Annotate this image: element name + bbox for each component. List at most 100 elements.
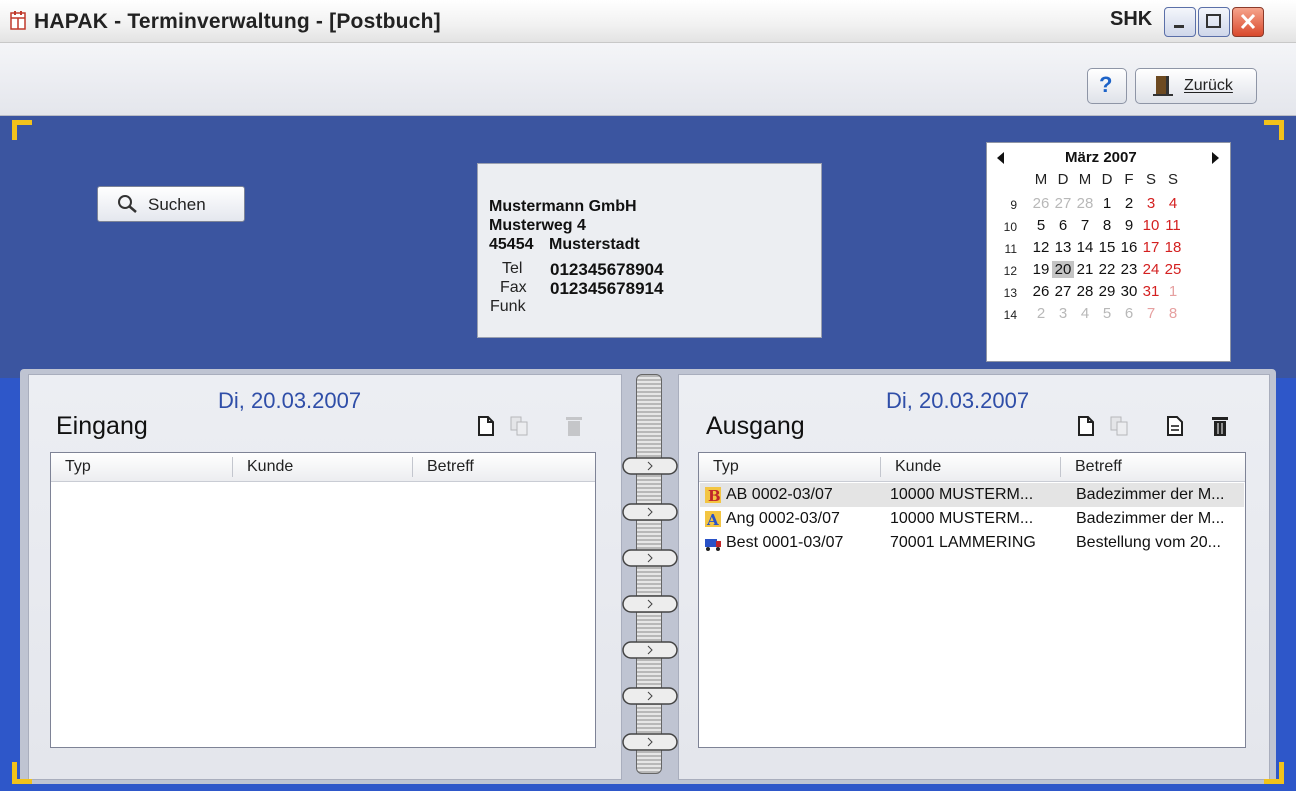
calendar-day[interactable]: 11 — [1162, 217, 1184, 234]
calendar-day[interactable]: 5 — [1096, 305, 1118, 322]
maximize-icon — [1206, 14, 1221, 28]
row-kunde: 10000 MUSTERM... — [890, 510, 1034, 527]
table-row[interactable]: B AB 0002-03/07 10000 MUSTERM... Badezimmer… — [700, 483, 1244, 507]
binder-ring-icon — [622, 503, 678, 521]
calendar-day[interactable]: 13 — [1052, 239, 1074, 256]
week-number: 9 — [1010, 198, 1017, 212]
calendar-day[interactable]: 28 — [1074, 195, 1096, 212]
calendar-day[interactable]: 27 — [1052, 195, 1074, 212]
copy-document-icon[interactable] — [508, 414, 532, 438]
calendar-day[interactable]: 22 — [1096, 261, 1118, 278]
delete-icon[interactable] — [1208, 414, 1232, 438]
new-document-icon[interactable] — [474, 414, 498, 438]
week-number: 10 — [1003, 220, 1017, 234]
next-month-icon[interactable] — [1209, 151, 1221, 165]
back-button[interactable]: Zurück — [1135, 68, 1257, 104]
search-button[interactable]: Suchen — [97, 186, 245, 222]
eingang-list[interactable]: Typ Kunde Betreff — [50, 452, 596, 748]
calendar-day[interactable]: 9 — [1118, 217, 1140, 234]
calendar-day[interactable]: 30 — [1118, 283, 1140, 300]
calendar-day[interactable]: 15 — [1096, 239, 1118, 256]
calendar-day[interactable]: 28 — [1074, 283, 1096, 300]
app-window: HAPAK - Terminverwaltung - [Postbuch] SH… — [0, 0, 1296, 791]
minimize-button[interactable] — [1164, 7, 1196, 37]
corner-ornament-icon — [1264, 120, 1284, 140]
book-spine — [636, 374, 662, 774]
calendar-day[interactable]: 4 — [1074, 305, 1096, 322]
tel-value: 012345678904 — [550, 260, 664, 279]
calendar-day[interactable]: 18 — [1162, 239, 1184, 256]
weekday-header: S — [1167, 171, 1178, 188]
city: Musterstadt — [549, 236, 640, 253]
calendar-day[interactable]: 12 — [1030, 239, 1052, 256]
column-betreff[interactable]: Betreff — [1075, 458, 1122, 476]
back-label: Zurück — [1184, 77, 1233, 94]
row-betreff: Badezimmer der M... — [1076, 510, 1225, 527]
calendar-day[interactable]: 16 — [1118, 239, 1140, 256]
funk-label: Funk — [490, 298, 526, 315]
calendar-day[interactable]: 24 — [1140, 261, 1162, 278]
calendar-day[interactable]: 1 — [1162, 283, 1184, 300]
column-betreff[interactable]: Betreff — [427, 458, 474, 476]
calendar-day[interactable]: 26 — [1030, 283, 1052, 300]
calendar-day[interactable]: 19 — [1030, 261, 1052, 278]
corner-ornament-icon — [1264, 762, 1284, 784]
calendar-day[interactable]: 6 — [1118, 305, 1140, 322]
column-kunde[interactable]: Kunde — [247, 458, 293, 476]
column-typ[interactable]: Typ — [65, 458, 91, 476]
calendar-day[interactable]: 20 — [1052, 261, 1074, 278]
ausgang-date: Di, 20.03.2007 — [886, 388, 1030, 413]
calendar-day[interactable]: 10 — [1140, 217, 1162, 234]
weekday-header: D — [1101, 171, 1113, 188]
calendar-day[interactable]: 26 — [1030, 195, 1052, 212]
calendar-day[interactable]: 29 — [1096, 283, 1118, 300]
calendar-day[interactable]: 23 — [1118, 261, 1140, 278]
street: Musterweg 4 — [489, 217, 586, 234]
calendar-day[interactable]: 5 — [1030, 217, 1052, 234]
eingang-date: Di, 20.03.2007 — [218, 388, 362, 413]
calendar-day[interactable]: 17 — [1140, 239, 1162, 256]
calendar-day[interactable]: 6 — [1052, 217, 1074, 234]
calendar-day[interactable]: 3 — [1052, 305, 1074, 322]
calendar-day[interactable]: 14 — [1074, 239, 1096, 256]
column-kunde[interactable]: Kunde — [895, 458, 941, 476]
ausgang-list[interactable]: Typ Kunde Betreff B AB 0002-03/07 10000 MU… — [698, 452, 1246, 748]
calendar-day[interactable]: 27 — [1052, 283, 1074, 300]
column-typ[interactable]: Typ — [713, 458, 739, 476]
calendar-day[interactable]: 21 — [1074, 261, 1096, 278]
binder-ring-icon — [622, 687, 678, 705]
calendar-day[interactable]: 2 — [1118, 195, 1140, 212]
row-typ: Ang 0002-03/07 — [726, 510, 840, 527]
table-row[interactable]: A Ang 0002-03/07 10000 MUSTERM... Badezimme… — [700, 507, 1244, 531]
close-button[interactable] — [1232, 7, 1264, 37]
letter-a-icon: A — [705, 511, 721, 528]
calendar-day[interactable]: 25 — [1162, 261, 1184, 278]
calendar-day[interactable]: 8 — [1096, 217, 1118, 234]
ausgang-title: Ausgang — [706, 412, 805, 440]
binder-ring-icon — [622, 733, 678, 751]
help-button[interactable]: ? — [1087, 68, 1127, 104]
row-betreff: Badezimmer der M... — [1076, 486, 1225, 503]
calendar-day[interactable]: 2 — [1030, 305, 1052, 322]
corner-ornament-icon — [12, 762, 32, 784]
calendar-day[interactable]: 1 — [1096, 195, 1118, 212]
calendar-day[interactable]: 7 — [1074, 217, 1096, 234]
calendar-day[interactable]: 31 — [1140, 283, 1162, 300]
weekday-header: M — [1034, 171, 1048, 188]
calendar-day[interactable]: 4 — [1162, 195, 1184, 212]
prev-month-icon[interactable] — [995, 151, 1007, 165]
maximize-button[interactable] — [1198, 7, 1230, 37]
document-icon[interactable] — [1163, 414, 1187, 438]
new-document-icon[interactable] — [1074, 414, 1098, 438]
row-kunde: 70001 LAMMERING — [890, 534, 1036, 551]
minimize-icon — [1174, 25, 1184, 28]
calendar-day[interactable]: 8 — [1162, 305, 1184, 322]
copy-document-icon[interactable] — [1108, 414, 1132, 438]
corner-ornament-icon — [12, 120, 32, 140]
toolbar: ? Zurück — [0, 43, 1296, 116]
calendar-day[interactable]: 3 — [1140, 195, 1162, 212]
table-row[interactable]: Best 0001-03/07 70001 LAMMERING Bestellung… — [700, 531, 1244, 555]
search-icon — [118, 195, 137, 213]
calendar-day[interactable]: 7 — [1140, 305, 1162, 322]
delete-icon[interactable] — [562, 414, 586, 438]
